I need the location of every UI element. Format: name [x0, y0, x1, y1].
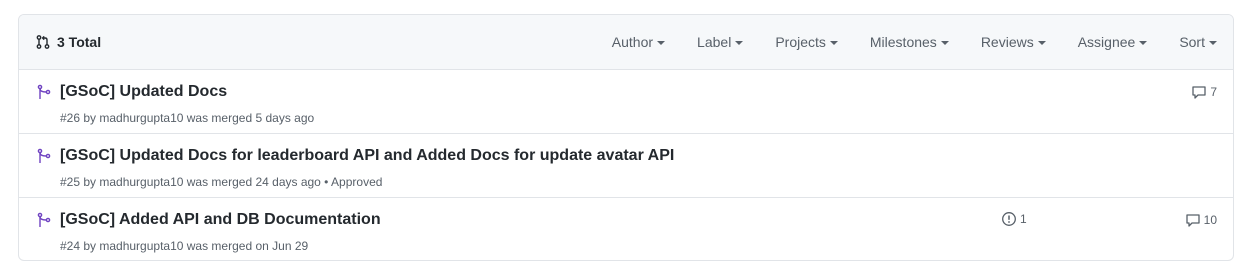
comments-link[interactable]: 7	[1191, 84, 1217, 100]
pull-request-row: [GSoC] Added API and DB Documentation #2…	[19, 198, 1233, 260]
pull-request-title[interactable]: [GSoC] Updated Docs for leaderboard API …	[60, 147, 674, 165]
pull-request-meta: #25 by madhurgupta10 was merged 24 days …	[60, 175, 383, 189]
linked-issues-link[interactable]: 1	[1001, 211, 1027, 227]
caret-down-icon	[1037, 41, 1046, 45]
filter-assignee[interactable]: Assignee	[1078, 34, 1148, 50]
pull-request-meta: #26 by madhurgupta10 was merged 5 days a…	[60, 111, 315, 125]
filter-bar: Author Label Projects Milestones Reviews…	[612, 34, 1217, 50]
git-merge-icon	[37, 84, 51, 99]
pull-request-row: [GSoC] Updated Docs for leaderboard API …	[19, 134, 1233, 198]
caret-down-icon	[1209, 41, 1217, 45]
comment-icon	[1185, 214, 1200, 227]
caret-down-icon	[1139, 41, 1148, 45]
git-merge-icon	[37, 148, 51, 163]
pull-request-meta: #24 by madhurgupta10 was merged on Jun 2…	[60, 239, 309, 253]
caret-down-icon	[829, 41, 838, 45]
caret-down-icon	[735, 41, 744, 45]
git-merge-icon	[37, 212, 51, 227]
comments-link[interactable]: 10	[1185, 212, 1217, 228]
comment-icon	[1192, 86, 1206, 99]
filter-sort[interactable]: Sort	[1179, 34, 1217, 50]
filter-author[interactable]: Author	[612, 34, 666, 50]
comment-count: 7	[1210, 85, 1217, 99]
filter-milestones[interactable]: Milestones	[870, 34, 949, 50]
caret-down-icon	[940, 41, 949, 45]
total-label: 3 Total	[57, 34, 102, 50]
filter-reviews[interactable]: Reviews	[981, 34, 1046, 50]
caret-down-icon	[657, 41, 666, 45]
comment-count: 10	[1203, 213, 1217, 227]
filter-label[interactable]: Label	[697, 34, 744, 50]
pull-request-list: 3 Total Author Label Projects Milestones…	[18, 14, 1234, 261]
issue-opened-icon	[1002, 212, 1016, 226]
total-count: 3 Total	[35, 34, 101, 50]
pull-request-title[interactable]: [GSoC] Updated Docs	[60, 83, 227, 101]
linked-issues-count: 1	[1020, 212, 1027, 226]
list-header: 3 Total Author Label Projects Milestones…	[19, 15, 1233, 70]
pull-request-title[interactable]: [GSoC] Added API and DB Documentation	[60, 211, 381, 229]
git-pull-request-icon	[36, 35, 50, 49]
pull-request-row: [GSoC] Updated Docs #26 by madhurgupta10…	[19, 70, 1233, 134]
filter-projects[interactable]: Projects	[775, 34, 838, 50]
